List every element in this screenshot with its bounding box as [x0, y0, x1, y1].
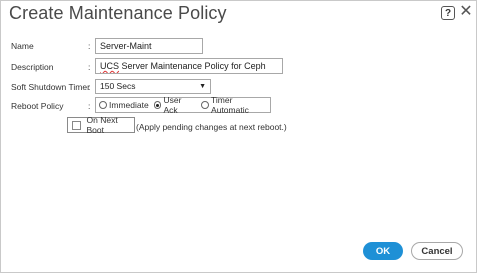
ok-button[interactable]: OK [363, 242, 403, 260]
dialog-title: Create Maintenance Policy [9, 3, 227, 23]
description-label: Description [11, 62, 54, 72]
reboot-policy-colon: : [88, 101, 91, 111]
cancel-button[interactable]: Cancel [411, 242, 463, 260]
radio-label: Immediate [109, 100, 149, 110]
spellcheck-word: UCS [100, 61, 120, 71]
create-maintenance-policy-dialog: Create Maintenance Policy ? ✕ Name : Ser… [0, 0, 477, 273]
radio-button[interactable] [99, 101, 107, 109]
soft-shutdown-timer-select[interactable]: 150 Secs ▼ [95, 79, 211, 94]
on-next-boot-label: On Next Boot [86, 115, 118, 135]
name-colon: : [88, 41, 91, 51]
soft-shutdown-timer-label: Soft Shutdown Timer [11, 82, 90, 92]
soft-shutdown-timer-value: 150 Secs [100, 81, 136, 91]
radio-label: User Ack [163, 95, 182, 115]
dropdown-arrow-icon: ▼ [199, 83, 206, 90]
reboot-policy-label: Reboot Policy [11, 101, 64, 111]
reboot-policy-radio-group: Immediate User Ack Timer Automatic [95, 95, 271, 115]
radio-button[interactable] [201, 101, 210, 109]
on-next-boot-checkbox[interactable]: On Next Boot [67, 115, 135, 135]
description-value-rest: Server Maintenance Policy for Ceph [119, 61, 266, 71]
name-label: Name [11, 41, 34, 51]
reboot-policy-immediate-option[interactable]: Immediate [99, 100, 149, 110]
radio-label: Timer Automatic [211, 95, 249, 115]
on-next-boot-hint: (Apply pending changes at next reboot.) [136, 122, 287, 132]
radio-button-selected[interactable] [153, 101, 162, 109]
name-input[interactable]: Server-Maint [95, 38, 203, 54]
reboot-policy-user-ack-option[interactable]: User Ack [153, 95, 197, 115]
soft-shutdown-timer-colon: : [88, 82, 91, 92]
reboot-policy-timer-automatic-option[interactable]: Timer Automatic [201, 95, 270, 115]
close-icon[interactable]: ✕ [459, 4, 473, 20]
question-mark-icon[interactable]: ? [441, 6, 455, 20]
description-colon: : [88, 62, 91, 72]
description-input[interactable]: UCS Server Maintenance Policy for Ceph [95, 58, 283, 74]
checkbox-box[interactable] [72, 120, 81, 130]
